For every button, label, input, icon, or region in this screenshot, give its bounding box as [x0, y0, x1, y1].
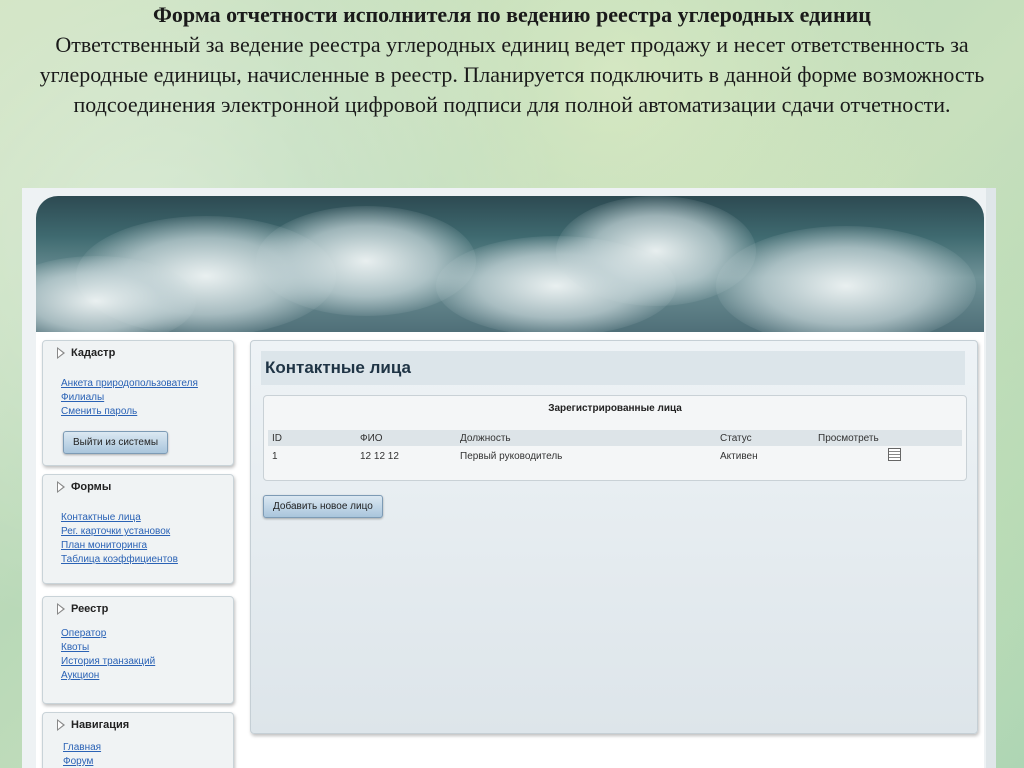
sidebar-section-cadastre: Кадастр Анкета природопользователя Филиа…: [42, 340, 234, 466]
section-title: Реестр: [71, 603, 109, 615]
link-questionnaire[interactable]: Анкета природопользователя: [61, 377, 233, 391]
column-status: Статус: [716, 430, 814, 446]
add-person-button[interactable]: Добавить новое лицо: [263, 495, 383, 518]
cell-fio: 12 12 12: [360, 450, 399, 462]
link-branches[interactable]: Филиалы: [61, 391, 233, 405]
cell-status: Активен: [720, 450, 758, 462]
registered-persons-panel: Зарегистрированные лица ID ФИО Должность…: [263, 395, 967, 481]
cell-position: Первый руководитель: [460, 450, 563, 462]
section-title: Кадастр: [71, 347, 116, 359]
link-coefficients-table[interactable]: Таблица коэффициентов: [61, 553, 233, 567]
app-screenshot: Кадастр Анкета природопользователя Филиа…: [22, 188, 996, 768]
column-view: Просмотреть: [814, 430, 962, 446]
sidebar-section-registry: Реестр Оператор Квоты История транзакций…: [42, 596, 234, 704]
slide-title: Форма отчетности исполнителя по ведению …: [153, 2, 871, 27]
clouds-banner: [36, 196, 984, 332]
scrollbar-track[interactable]: [986, 188, 996, 768]
link-contacts[interactable]: Контактные лица: [61, 511, 233, 525]
triangle-icon: [57, 347, 65, 359]
column-position: Должность: [456, 430, 716, 446]
link-transaction-history[interactable]: История транзакций: [61, 655, 233, 669]
link-operator[interactable]: Оператор: [61, 627, 233, 641]
logout-button[interactable]: Выйти из системы: [63, 431, 169, 454]
triangle-icon: [57, 481, 65, 493]
triangle-icon: [57, 603, 65, 615]
page-content: Кадастр Анкета природопользователя Филиа…: [36, 332, 984, 768]
link-home[interactable]: Главная: [63, 741, 233, 755]
page-title: Контактные лица: [261, 351, 965, 385]
main-panel: Контактные лица Зарегистрированные лица …: [250, 340, 978, 734]
slide-header: Форма отчетности исполнителя по ведению …: [0, 0, 1024, 120]
table-caption: Зарегистрированные лица: [548, 403, 682, 414]
table-row: 1 12 12 12 Первый руководитель Активен: [268, 446, 962, 466]
column-id: ID: [268, 430, 356, 446]
contacts-table: ID ФИО Должность Статус Просмотреть 1 12…: [268, 430, 962, 466]
column-fio: ФИО: [356, 430, 456, 446]
link-monitoring-plan[interactable]: План мониторинга: [61, 539, 233, 553]
link-change-password[interactable]: Сменить пароль: [61, 405, 233, 419]
link-forum[interactable]: Форум: [63, 755, 233, 768]
sidebar-section-navigation: Навигация Главная Форум: [42, 712, 234, 768]
section-title: Формы: [71, 481, 112, 493]
link-quotas[interactable]: Квоты: [61, 641, 233, 655]
link-registration-cards[interactable]: Рег. карточки установок: [61, 525, 233, 539]
sidebar-section-forms: Формы Контактные лица Рег. карточки уста…: [42, 474, 234, 584]
cell-id: 1: [272, 450, 278, 462]
triangle-icon: [57, 719, 65, 731]
slide-description: Ответственный за ведение реестра углерод…: [39, 32, 985, 117]
section-title: Навигация: [71, 719, 130, 731]
document-view-icon[interactable]: [888, 448, 901, 461]
table-header-row: ID ФИО Должность Статус Просмотреть: [268, 430, 962, 446]
link-auction[interactable]: Аукцион: [61, 669, 233, 683]
